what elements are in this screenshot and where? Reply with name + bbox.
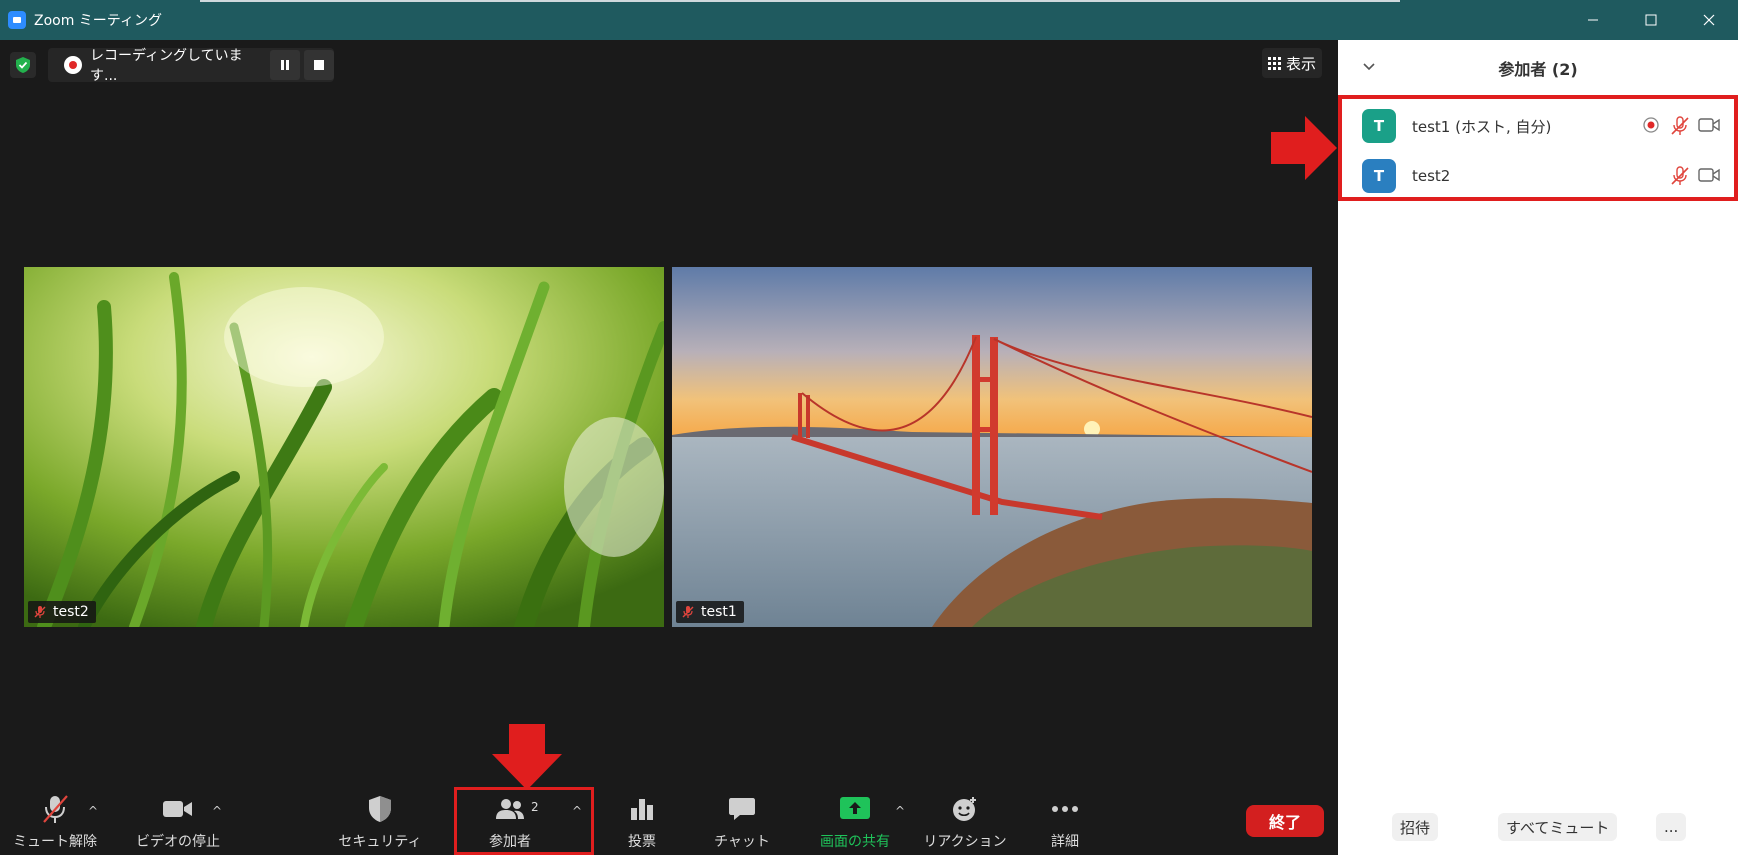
panel-title: 参加者 (2) [1498,60,1578,79]
minimize-icon [1588,19,1598,21]
participant-name: test1 (ホスト, 自分) [1412,117,1552,136]
invite-button[interactable]: 招待 [1392,813,1439,841]
panel-more-button[interactable]: ... [1656,813,1687,841]
chat-label: チャット [714,834,770,850]
red-arrow-down-icon [492,724,562,790]
panel-header: 参加者 (2) [1338,40,1738,96]
stop-video-label: ビデオの停止 [136,834,220,850]
security-shield-icon [369,796,391,822]
more-button[interactable]: 詳細 [1020,786,1110,855]
security-label: セキュリティ [338,834,422,850]
more-label: 詳細 [1051,834,1079,850]
stop-recording-button[interactable] [304,50,334,80]
avatar: T [1362,109,1396,143]
title-bar-stripe [200,0,1400,2]
stop-video-button[interactable]: ビデオの停止 [128,786,228,855]
reactions-label: リアクション [923,834,1007,850]
muted-mic-icon [682,606,694,618]
tile-name: test2 [53,604,89,620]
end-meeting-button[interactable]: 終了 [1246,805,1324,837]
window-controls [1564,0,1738,40]
unmute-button[interactable]: ミュート解除 [10,786,100,855]
share-options-caret[interactable]: ^ [895,804,905,818]
pause-recording-button[interactable] [270,50,300,80]
tile-name: test1 [701,604,737,620]
video-camera-icon[interactable] [1698,166,1720,184]
recording-dot-icon [64,56,82,74]
title-bar: Zoom ミーティング [0,0,1738,40]
participants-highlight-box [454,787,594,855]
close-button[interactable] [1680,0,1738,40]
polls-label: 投票 [628,834,656,850]
maximize-icon [1645,14,1657,26]
muted-mic-icon [34,606,46,618]
meeting-toolbar: ミュート解除 ^ ビデオの停止 ^ セキュリティ 参加者 2 ^ 投票 チャット… [0,786,1338,855]
view-button[interactable]: 表示 [1262,48,1323,78]
mute-all-button[interactable]: すべてミュート [1498,813,1618,841]
bar-chart-icon [631,799,653,820]
security-button[interactable]: セキュリティ [335,786,425,855]
green-shield-icon [16,57,30,73]
grid-icon [1268,56,1281,70]
encryption-shield[interactable] [10,52,36,78]
share-screen-label: 画面の共有 [820,834,890,850]
participant-row[interactable]: T test2 [1342,151,1734,201]
tile-name-bar: test2 [28,601,96,623]
close-icon [1703,14,1715,26]
share-screen-button[interactable]: 画面の共有 [800,786,910,855]
maximize-button[interactable] [1622,0,1680,40]
video-camera-icon[interactable] [1698,116,1720,134]
muted-mic-icon[interactable] [1670,166,1690,186]
chat-button[interactable]: チャット [697,786,787,855]
recording-status: レコーディングしています... [90,48,243,84]
participants-panel: 参加者 (2) T test1 (ホスト, 自分) T test2 招待 すべて… [1338,40,1738,855]
bridge-background-image [672,267,1312,627]
video-camera-icon [163,801,192,817]
more-dots-icon [1052,806,1078,812]
zoom-app-icon [8,11,26,29]
grass-background-image [24,267,664,627]
participant-list: T test1 (ホスト, 自分) T test2 [1338,95,1738,201]
video-options-caret[interactable]: ^ [212,804,222,818]
window-title: Zoom ミーティング [34,13,162,29]
reactions-button[interactable]: リアクション [920,786,1010,855]
red-arrow-right-icon [1271,116,1337,180]
chat-bubble-icon [729,798,755,820]
smiley-plus-icon [953,797,976,821]
muted-mic-icon [43,795,68,823]
minimize-button[interactable] [1564,0,1622,40]
recording-bar: レコーディングしています... [48,48,334,84]
participant-name: test2 [1412,167,1451,185]
panel-footer: 招待 すべてミュート ... [1338,795,1738,855]
chevron-down-icon[interactable] [1362,59,1376,73]
video-tile-test1[interactable]: test1 [672,267,1312,627]
unmute-label: ミュート解除 [13,834,97,850]
zoom-window: Zoom ミーティング レコーディングしています... 表示 test2 tes… [0,0,1738,855]
video-tile-test2[interactable]: test2 [24,267,664,627]
share-screen-icon [840,797,870,819]
view-label: 表示 [1286,54,1317,73]
polls-button[interactable]: 投票 [597,786,687,855]
audio-options-caret[interactable]: ^ [88,804,98,818]
pause-icon [281,60,289,70]
participant-row[interactable]: T test1 (ホスト, 自分) [1342,101,1734,151]
tile-name-bar: test1 [676,601,744,623]
avatar: T [1362,159,1396,193]
stop-icon [314,60,324,70]
muted-mic-icon[interactable] [1670,116,1690,136]
recording-indicator-icon [1643,117,1659,133]
